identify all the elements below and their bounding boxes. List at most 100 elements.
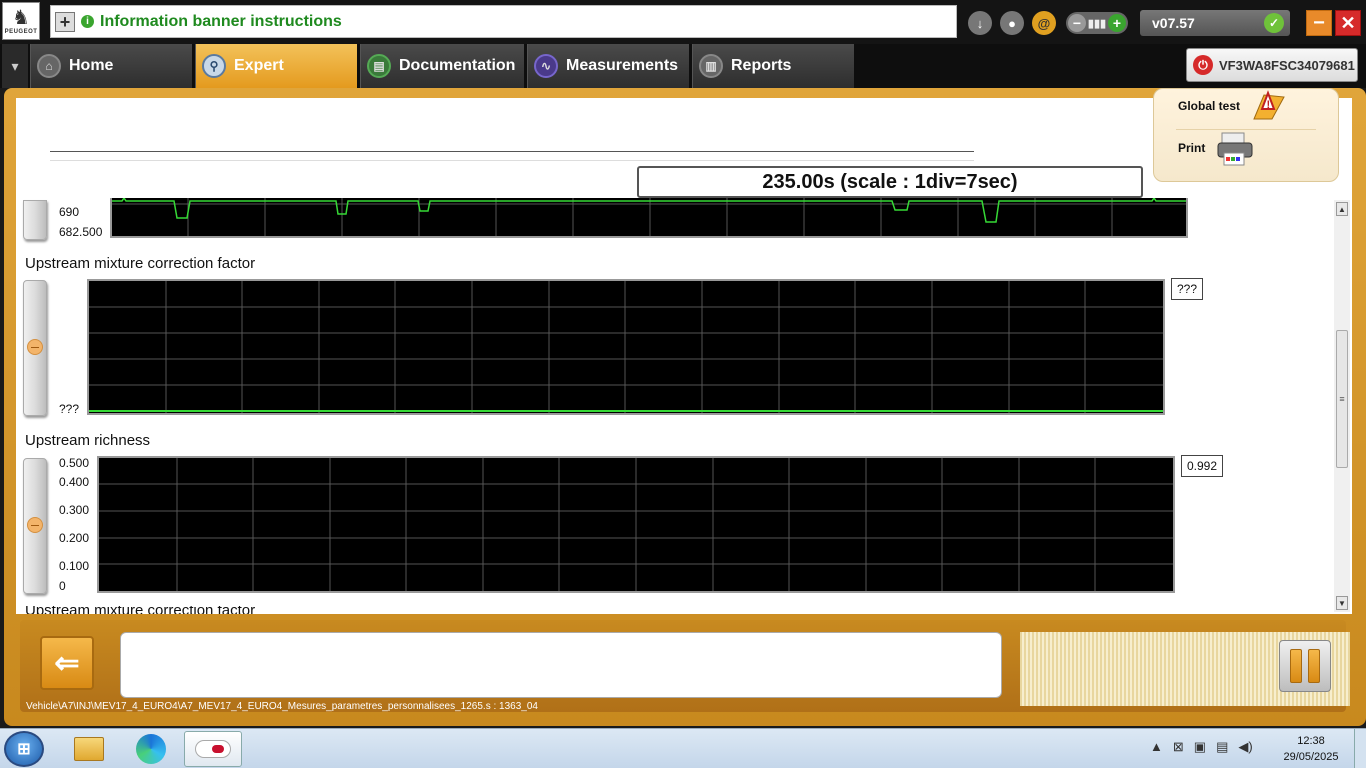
minimize-button[interactable]: − xyxy=(1306,10,1332,36)
tab-label: Expert xyxy=(234,57,284,74)
tab-label: Home xyxy=(69,57,114,74)
global-test-button[interactable]: Global test xyxy=(1178,99,1240,113)
diagbox-taskbar-button[interactable] xyxy=(184,731,242,767)
message-box xyxy=(120,632,1002,698)
chart-svg xyxy=(89,281,1163,413)
explorer-taskbar-button[interactable] xyxy=(60,731,118,767)
peugeot-logo: ♞ PEUGEOT xyxy=(2,2,40,40)
version-badge: v07.57 ✓ xyxy=(1140,10,1290,36)
chart-svg xyxy=(99,458,1173,591)
chart-title: Upstream mixture correction factor xyxy=(25,255,256,272)
scale-slider[interactable] xyxy=(23,280,47,416)
y-tick-label: 0 xyxy=(59,579,66,593)
chart-title: Upstream mixture correction factor xyxy=(25,606,255,614)
version-text: v07.57 xyxy=(1152,15,1195,31)
start-button[interactable]: ⊞ xyxy=(4,731,44,767)
chevron-down-icon: ▾ xyxy=(11,57,19,74)
arrow-left-icon: ⇐ xyxy=(54,646,80,680)
scroll-up-icon[interactable]: ▲ xyxy=(1336,202,1348,216)
power-icon: ⏻ xyxy=(1193,55,1213,75)
y-tick-label: 690 xyxy=(59,205,80,219)
folder-icon xyxy=(74,737,104,761)
toolbar-icons: ↓ ● @ xyxy=(968,11,1056,35)
clock-time: 12:38 xyxy=(1297,735,1325,747)
current-value-box: 0.992 xyxy=(1181,455,1223,477)
home-icon: ⌂ xyxy=(37,54,61,78)
clock-date: 29/05/2025 xyxy=(1283,751,1339,763)
minus-icon[interactable]: − xyxy=(1068,14,1086,32)
chart-title-partial: Upstream mixture correction factor xyxy=(25,606,325,614)
plus-icon[interactable]: + xyxy=(1107,14,1126,32)
y-tick-label: 0.400 xyxy=(59,475,90,489)
top-bar: ♞ PEUGEOT + i Information banner instruc… xyxy=(0,0,1366,44)
scale-slider[interactable] xyxy=(23,458,47,594)
slider-knob-icon[interactable] xyxy=(27,339,43,355)
nav-menu-toggle[interactable]: ▾ xyxy=(2,44,28,88)
chart-plot xyxy=(97,456,1175,593)
report-icon: ▥ xyxy=(699,54,723,78)
system-tray: ▲ ⊠ ▣ ▤ ◀) xyxy=(1150,739,1253,755)
side-menu: Global test ! Print xyxy=(1153,88,1339,182)
y-tick-label: 0.100 xyxy=(59,559,90,573)
scroll-thumb[interactable]: ≡ xyxy=(1336,330,1348,468)
book-icon: ▤ xyxy=(367,54,391,78)
divider xyxy=(50,160,974,161)
network-icon[interactable]: ⊠ xyxy=(1173,739,1184,755)
vertical-scrollbar[interactable]: ▲ ≡ ▼ xyxy=(1334,200,1350,612)
script-path-text: Vehicle\A7\INJ\MEV17_4_EURO4\A7_MEV17_4_… xyxy=(26,701,538,712)
y-tick-label: 0.500 xyxy=(59,456,90,470)
tab-reports[interactable]: ▥ Reports xyxy=(692,44,854,88)
pause-icon xyxy=(1290,649,1302,683)
tab-label: Measurements xyxy=(566,57,679,74)
display-icon[interactable]: ▤ xyxy=(1216,739,1228,755)
tab-expert[interactable]: ⚲ Expert xyxy=(195,44,357,88)
y-tick-label: 0.300 xyxy=(59,503,90,517)
email-icon[interactable]: @ xyxy=(1032,11,1056,35)
tab-documentation[interactable]: ▤ Documentation xyxy=(360,44,524,88)
tab-label: Documentation xyxy=(399,57,516,74)
grid-lines xyxy=(112,198,1186,236)
scroll-down-icon[interactable]: ▼ xyxy=(1336,596,1348,610)
vin-button[interactable]: ⏻ VF3WA8FSC34079681 xyxy=(1186,48,1358,82)
printer-icon xyxy=(1217,132,1253,166)
edge-browser-icon xyxy=(136,734,166,764)
vin-text: VF3WA8FSC34079681 xyxy=(1219,57,1355,73)
tab-label: Reports xyxy=(731,57,792,74)
device-icon[interactable]: ▣ xyxy=(1194,739,1206,755)
trace-line xyxy=(112,198,1186,223)
magnifier-icon: ⚲ xyxy=(202,54,226,78)
clock[interactable]: 12:38 29/05/2025 xyxy=(1276,733,1346,765)
leaf-icon[interactable]: ✓ xyxy=(1264,13,1284,33)
logo-text: PEUGEOT xyxy=(4,29,38,35)
scale-slider[interactable] xyxy=(23,200,47,240)
close-button[interactable]: ✕ xyxy=(1335,10,1361,36)
pause-icon xyxy=(1308,649,1320,683)
volume-icon[interactable]: ◀) xyxy=(1238,739,1252,755)
edge-taskbar-button[interactable] xyxy=(122,731,180,767)
signal-control[interactable]: − ▮▮▮ + xyxy=(1066,12,1128,34)
pause-button[interactable] xyxy=(1279,640,1331,692)
current-value-box: ??? xyxy=(1171,278,1203,300)
windows-logo-icon: ⊞ xyxy=(17,741,31,758)
download-icon[interactable]: ↓ xyxy=(968,11,992,35)
show-desktop-button[interactable] xyxy=(1354,729,1366,768)
y-tick-label: ??? xyxy=(59,402,80,416)
tab-home[interactable]: ⌂ Home xyxy=(30,44,192,88)
chart-plot xyxy=(87,279,1165,415)
y-tick-label: 0.200 xyxy=(59,531,90,545)
print-label: Print xyxy=(1178,141,1206,155)
back-button[interactable]: ⇐ xyxy=(40,636,94,690)
grid-lines xyxy=(89,281,1163,413)
chart-svg xyxy=(112,198,1186,236)
print-button[interactable]: Print xyxy=(1178,141,1205,155)
chart-title: Upstream richness xyxy=(25,432,151,449)
warning-icon: ! xyxy=(1253,90,1285,120)
waveform-icon: ∿ xyxy=(534,54,558,78)
tab-measurements[interactable]: ∿ Measurements xyxy=(527,44,689,88)
taskbar: ⊞ ▲ ⊠ ▣ ▤ ◀) 12:38 29/05/2025 xyxy=(0,728,1366,768)
slider-knob-icon[interactable] xyxy=(27,517,43,533)
tray-expand-icon[interactable]: ▲ xyxy=(1150,739,1163,755)
time-scale-display: 235.00s (scale : 1div=7sec) xyxy=(637,166,1143,198)
user-icon[interactable]: ● xyxy=(1000,11,1024,35)
expand-banner-button[interactable]: + xyxy=(55,11,75,32)
